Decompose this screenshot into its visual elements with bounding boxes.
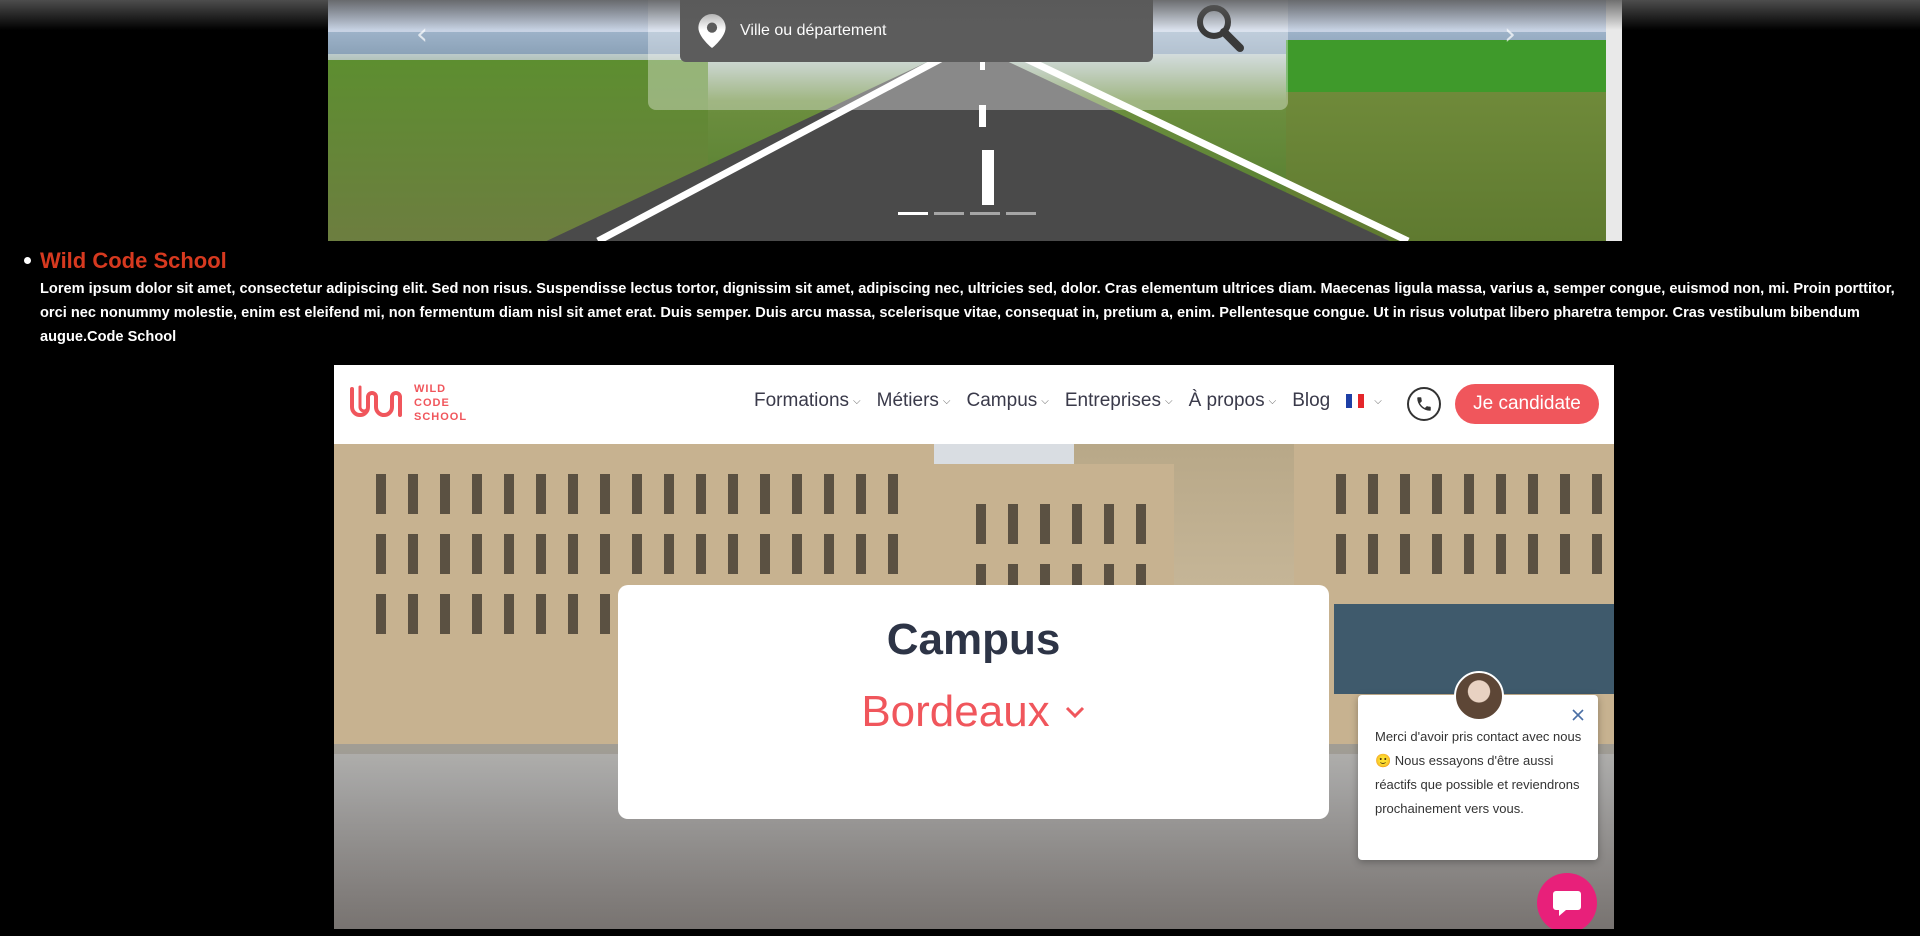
nav-item-campus[interactable]: Campus ⌵ [967,390,1049,412]
campus-title: Campus [886,615,1061,664]
nav-item-entreprises[interactable]: Entreprises ⌵ [1065,390,1173,412]
search-panel [648,0,1288,110]
site-navbar: WILD CODE SCHOOL Formations ⌵ Métiers ⌵ Ca… [334,365,1614,444]
campus-hero: Campus Bordeaux Merci d'avoir pris conta… [334,444,1614,929]
chevron-down-icon: ⌵ [1374,395,1382,407]
school-title: Wild Code School [40,248,227,273]
nav-label: Entreprises [1064,390,1161,411]
campus-card: Campus Bordeaux [618,585,1329,819]
nav-item-formations[interactable]: Formations ⌵ [754,390,861,412]
chat-launcher-button[interactable] [1537,873,1597,929]
hero-windows [354,534,914,574]
campus-city-selector[interactable]: Bordeaux [861,687,1085,737]
nav-label: Métiers [876,390,939,411]
chevron-down-icon: ⌵ [1164,395,1173,407]
phone-button[interactable] [1407,387,1441,421]
nav-item-blog[interactable]: Blog [1292,390,1330,412]
location-search-box[interactable] [680,0,1153,62]
chevron-down-icon: ⌵ [1041,395,1049,407]
logo-line: SCHOOL [414,411,468,423]
nav-item-apropos[interactable]: À propos ⌵ [1189,390,1277,412]
nav-label: À propos [1188,390,1265,411]
logo-line: WILD [414,383,447,395]
french-flag-icon [1346,394,1365,408]
embedded-site: WILD CODE SCHOOL Formations ⌵ Métiers ⌵ Ca… [334,365,1614,929]
language-selector[interactable]: ⌵ [1346,394,1382,408]
wild-code-school-logo[interactable]: WILD CODE SCHOOL [348,381,467,425]
carousel-indicator[interactable] [898,212,928,215]
carousel-indicator[interactable] [1006,212,1036,215]
info-list: Wild Code School Lorem ipsum dolor sit a… [22,246,1902,349]
logo-line: CODE [414,397,450,409]
apply-button[interactable]: Je candidate [1455,384,1599,424]
nav-item-metiers[interactable]: Métiers ⌵ [877,390,951,412]
map-pin-icon [698,14,726,48]
hero-carousel: ‹ › [328,0,1606,241]
logo-mark-icon [350,385,402,417]
phone-icon [1417,397,1431,411]
carousel-next-arrow[interactable]: › [1498,20,1522,50]
hero-windows [954,504,1154,544]
nav-label: Formations [754,390,850,411]
list-item: Wild Code School Lorem ipsum dolor sit a… [22,247,1902,349]
chevron-down-icon: ⌵ [1268,395,1277,407]
hero-windows [354,474,914,514]
carousel-indicator[interactable] [934,212,964,215]
chat-message: Merci d'avoir pris contact avec nous 🙂 N… [1375,729,1582,816]
carousel-prev-arrow[interactable]: ‹ [410,20,434,50]
chat-popup: Merci d'avoir pris contact avec nous 🙂 N… [1358,671,1598,860]
chevron-down-icon [1065,706,1084,719]
logo-text: WILD CODE SCHOOL [414,382,467,424]
location-search-input[interactable] [738,21,1122,41]
close-icon[interactable] [1570,707,1586,723]
hero-windows [1314,474,1604,514]
school-description: Lorem ipsum dolor sit amet, consectetur … [40,281,1895,345]
chevron-down-icon: ⌵ [942,395,951,407]
carousel-indicator[interactable] [970,212,1000,215]
chat-bubble-icon [1553,891,1581,916]
agent-avatar [1454,671,1504,721]
main-nav: Formations ⌵ Métiers ⌵ Campus ⌵ Entreprises… [754,390,1398,412]
bullet-dot [24,257,31,264]
campus-city-label: Bordeaux [861,687,1050,736]
chevron-down-icon: ⌵ [853,395,861,407]
nav-label: Blog [1292,390,1331,411]
carousel-indicators [898,212,1036,215]
search-icon[interactable] [1194,2,1246,54]
hero-windows [1314,534,1604,574]
carousel-frame: ‹ › [328,0,1622,241]
nav-label: Campus [966,390,1038,411]
